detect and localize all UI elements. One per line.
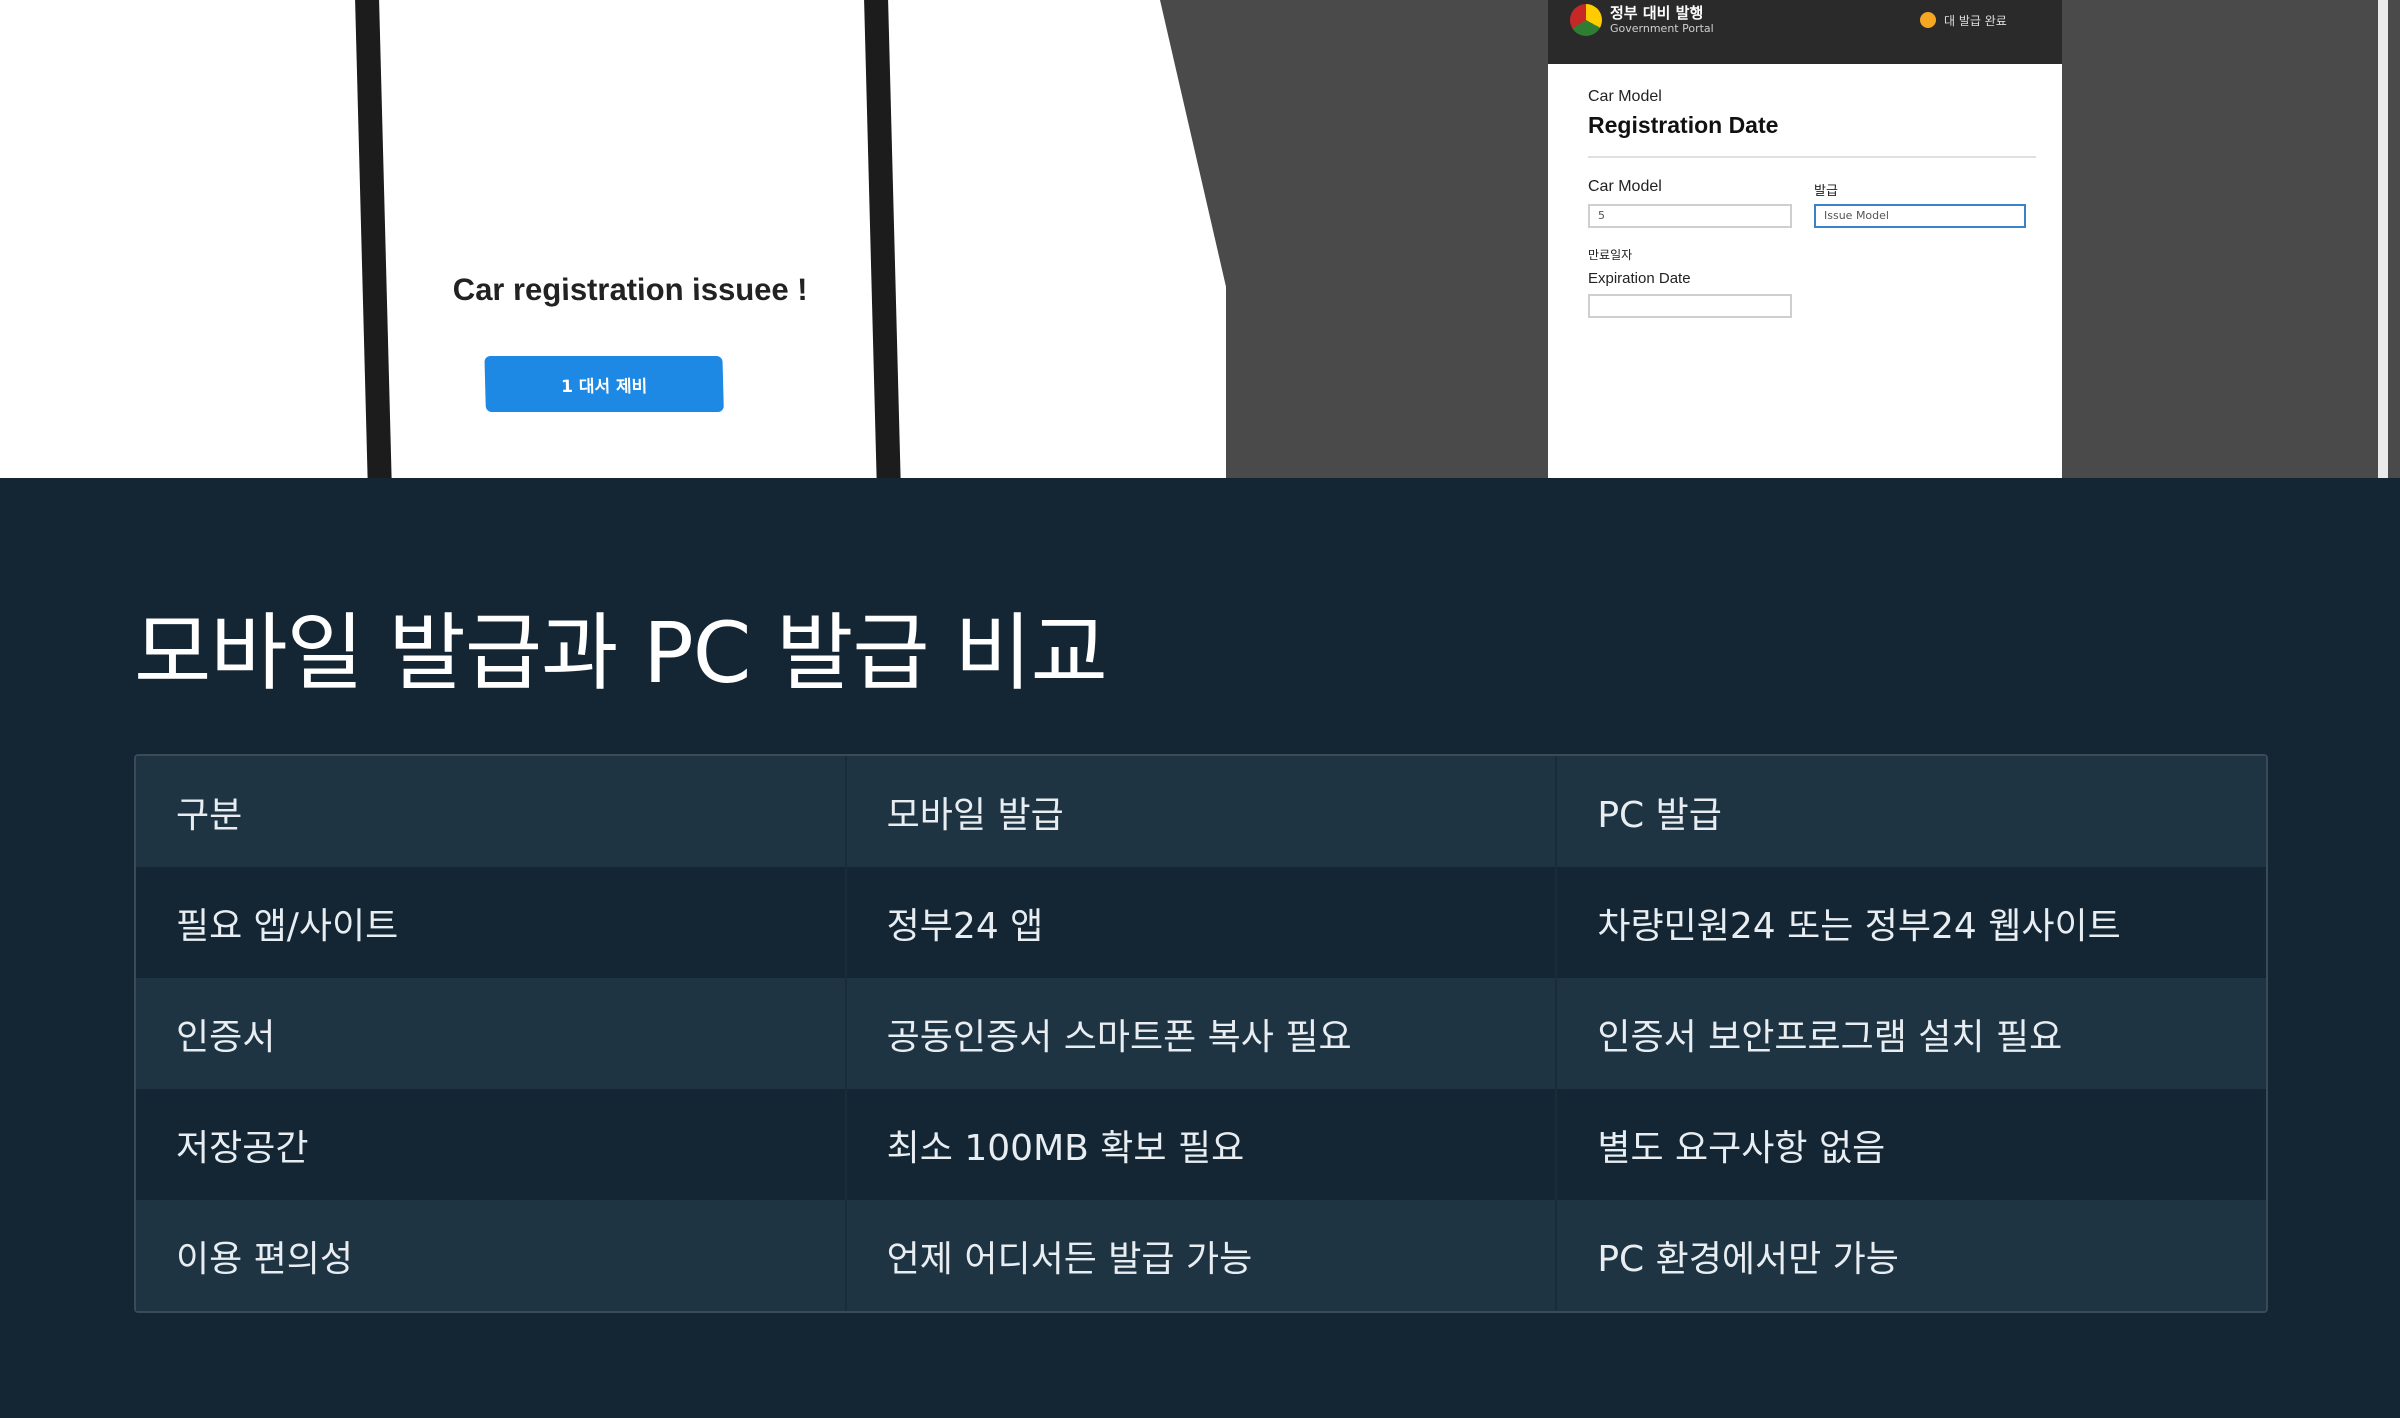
- pc-small-label: Car Model: [1588, 88, 1662, 105]
- table-cell: 인증서 보안프로그램 설치 필요: [1597, 1016, 2063, 1058]
- table-cell: 별도 요구사항 없음: [1597, 1127, 1886, 1169]
- table-row: 인증서 공동인증서 스마트폰 복사 필요 인증서 보안프로그램 설치 필요: [136, 978, 2266, 1089]
- comparison-section: 모바일 발급과 PC 발급 비교 구분 모바일 발급 PC 발급 필요 앱/사이…: [0, 478, 2400, 1418]
- table-cell: 정부24 앱: [847, 867, 1558, 978]
- table-header-row: 구분 모바일 발급 PC 발급: [136, 756, 2266, 867]
- table-cell: 필요 앱/사이트: [136, 867, 847, 978]
- pc-divider: [1588, 156, 2036, 158]
- monitor-edge: [2378, 0, 2388, 478]
- table-cell: PC 환경에서만 가능: [1597, 1238, 1899, 1280]
- pc-form-title: Registration Date: [1588, 112, 1779, 138]
- table-cell: 이용 편의성: [136, 1200, 847, 1311]
- phone-message: Car registration issuee !: [452, 272, 809, 307]
- pc-screen-header: 정부 대비 발행 Government Portal 대 발급 완료: [1548, 0, 2062, 64]
- pc-brand-sub: Government Portal: [1610, 22, 1714, 35]
- table-row: 필요 앱/사이트 정부24 앱 차량민원24 또는 정부24 웹사이트: [136, 867, 2266, 978]
- section-title: 모바일 발급과 PC 발급 비교: [134, 604, 1108, 702]
- hero-image: Car registration issuee ! 1 대서 제비 정부 대비 …: [0, 0, 2400, 478]
- field3-label-ko: 만료일자: [1588, 248, 1633, 262]
- table-cell: 공동인증서 스마트폰 복사 필요: [847, 978, 1558, 1089]
- table-header-cell: PC 발급: [1597, 794, 1722, 836]
- table-cell: 저장공간: [136, 1089, 847, 1200]
- pc-screen: 정부 대비 발행 Government Portal 대 발급 완료 Car M…: [1548, 0, 2062, 478]
- pc-brand: 정부 대비 발행: [1610, 4, 1704, 22]
- issue-model-input[interactable]: Issue Model: [1814, 204, 2026, 228]
- table-cell: 언제 어디서든 발급 가능: [847, 1200, 1558, 1311]
- table-row: 이용 편의성 언제 어디서든 발급 가능 PC 환경에서만 가능: [136, 1200, 2266, 1311]
- table-row: 저장공간 최소 100MB 확보 필요 별도 요구사항 없음: [136, 1089, 2266, 1200]
- field3-label: Expiration Date: [1588, 270, 1691, 287]
- pc-status: 대 발급 완료: [1944, 14, 2007, 28]
- field1-label: Car Model: [1588, 178, 1662, 195]
- field2-label: 발급: [1814, 183, 1838, 198]
- phone-issue-button[interactable]: 1 대서 제비: [484, 356, 724, 412]
- table-cell: 최소 100MB 확보 필요: [847, 1089, 1558, 1200]
- table-cell: 인증서: [136, 978, 847, 1089]
- table-header-cell: 모바일 발급: [847, 756, 1558, 867]
- government-logo-icon: [1570, 4, 1602, 36]
- table-cell: 차량민원24 또는 정부24 웹사이트: [1597, 905, 2121, 947]
- expiration-date-input[interactable]: [1588, 294, 1792, 318]
- phone-mockup: Car registration issuee ! 1 대서 제비: [354, 0, 903, 478]
- comparison-table: 구분 모바일 발급 PC 발급 필요 앱/사이트 정부24 앱 차량민원24 또…: [134, 754, 2268, 1313]
- table-header-cell: 구분: [136, 756, 847, 867]
- status-dot-icon: [1920, 12, 1936, 28]
- car-model-input[interactable]: 5: [1588, 204, 1792, 228]
